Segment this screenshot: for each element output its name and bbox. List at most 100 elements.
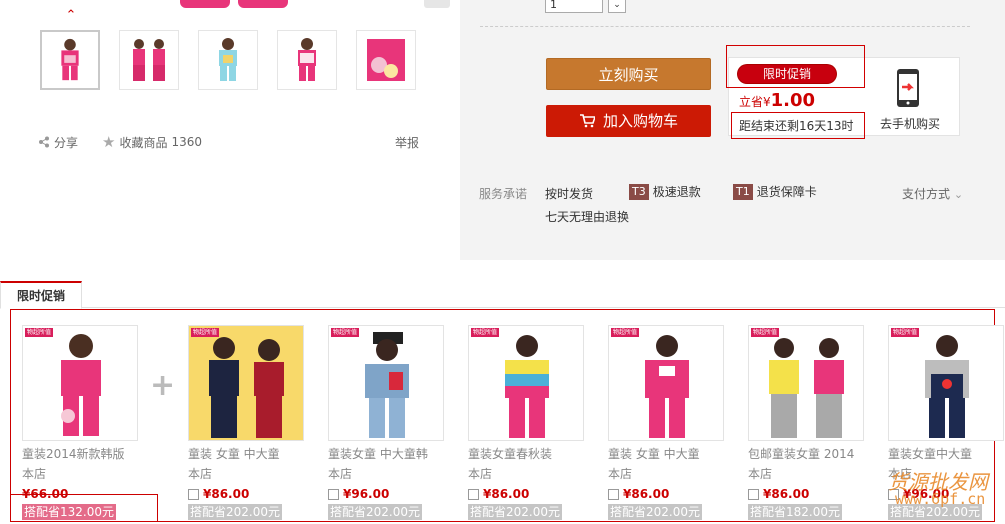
product-price: ¥86.00 <box>623 487 670 501</box>
main-product-image <box>180 0 290 8</box>
plus-icon: + <box>150 368 176 403</box>
service-item-return-card: T1 退货保障卡 <box>733 183 817 200</box>
thumbnail-5[interactable] <box>356 30 416 90</box>
girl-blue-outfit-image <box>219 38 237 81</box>
share-label: 分享 <box>54 135 79 150</box>
girl-pink-hoodie-image <box>645 335 689 438</box>
thumbnail-1[interactable] <box>40 30 100 90</box>
saved-label: 搭配省202.00元 <box>188 504 282 520</box>
product-card-6[interactable]: 物超所值 包邮童装女童 2014 本店 ¥86.00 搭配省182.00元 <box>748 325 866 520</box>
ribbon-badge: 物超所值 <box>191 328 220 337</box>
t1-badge: T1 <box>733 183 753 200</box>
promo-badge: 限时促销 <box>738 65 836 83</box>
save-value: 1.00 <box>770 90 816 111</box>
report-link[interactable]: 举报 <box>395 134 419 151</box>
service-item-refund: T3 极速退款 <box>629 183 701 200</box>
saved-label: 搭配省202.00元 <box>468 504 562 520</box>
product-shop: 本店 <box>468 467 493 481</box>
add-to-cart-label: 加入购物车 <box>602 112 678 130</box>
girl-color-jacket-image <box>505 335 549 438</box>
product-card-4[interactable]: 物超所值 童装女童春秋装 本店 ¥86.00 搭配省202.00元 <box>468 325 586 520</box>
two-girls-outfit-image <box>769 338 844 438</box>
quantity-input[interactable]: 1 <box>545 0 603 13</box>
product-price: ¥86.00 <box>203 487 250 501</box>
product-title[interactable]: 包邮童装女童 2014 <box>748 444 866 464</box>
product-image[interactable]: 物超所值 <box>748 325 864 441</box>
product-shop: 本店 <box>22 467 47 481</box>
select-checkbox[interactable] <box>188 488 199 500</box>
share-button[interactable]: 分享 <box>38 134 78 150</box>
share-icon <box>39 136 49 148</box>
tab-limited-promo[interactable]: 限时促销 <box>0 281 82 309</box>
product-image[interactable]: 物超所值 <box>888 325 1004 441</box>
add-to-cart-button[interactable]: 加入购物车 <box>546 105 711 137</box>
product-page: ⌃ 分享 ★ 收藏商品 1360 举报 1 ⌄ 立刻购买 加入购物车 限时促销 … <box>0 0 1005 524</box>
girl-overall-outfit-image <box>925 335 969 438</box>
first-saved-highlight-box <box>10 494 158 522</box>
product-shop: 本店 <box>188 467 213 481</box>
product-card-1[interactable]: 物超所值 童装2014新款韩版 本店 ¥66.00 搭配省132.00元 <box>22 325 140 520</box>
product-title[interactable]: 童装女童春秋装 <box>468 444 586 464</box>
payment-label: 支付方式 <box>902 187 951 201</box>
ribbon-badge: 物超所值 <box>611 328 640 337</box>
save-prefix: 立省¥ <box>739 95 771 109</box>
save-amount: 立省¥ 1.00 <box>739 90 815 111</box>
product-price: ¥96.00 <box>343 487 390 501</box>
girl-pink-outfit-image <box>298 38 316 81</box>
return-card-label: 退货保障卡 <box>756 185 817 199</box>
tab-divider <box>0 307 1005 308</box>
twin-girls-image <box>133 39 165 81</box>
quantity-dropdown-icon[interactable]: ⌄ <box>608 0 626 13</box>
select-checkbox[interactable] <box>328 488 339 500</box>
thumbnail-2[interactable] <box>119 30 179 90</box>
product-image[interactable]: 物超所值 <box>328 325 444 441</box>
product-title[interactable]: 童装2014新款韩版 <box>22 444 140 464</box>
buy-now-button[interactable]: 立刻购买 <box>546 58 711 90</box>
cart-icon <box>579 114 595 128</box>
select-checkbox[interactable] <box>608 488 619 500</box>
product-price: ¥86.00 <box>763 487 810 501</box>
product-card-3[interactable]: 物超所值 童装女童 中大童韩 本店 ¥96.00 搭配省202.00元 <box>328 325 446 520</box>
product-shop: 本店 <box>748 467 773 481</box>
ribbon-badge: 物超所值 <box>331 328 360 337</box>
boy-girl-outfit-image <box>189 326 303 440</box>
mobile-buy-label[interactable]: 去手机购买 <box>870 115 950 132</box>
favorite-button[interactable]: ★ 收藏商品 1360 <box>102 134 202 150</box>
saved-label: 搭配省202.00元 <box>608 504 702 520</box>
product-image[interactable]: 物超所值 <box>22 325 138 441</box>
product-title[interactable]: 童装女童 中大童韩 <box>328 444 446 464</box>
product-shop: 本店 <box>328 467 353 481</box>
product-image[interactable]: 物超所值 <box>188 325 304 441</box>
product-card-5[interactable]: 物超所值 童装 女童 中大童 本店 ¥86.00 搭配省202.00元 <box>608 325 726 520</box>
star-icon: ★ <box>102 133 116 151</box>
girl-denim-outfit-image <box>365 332 409 438</box>
favorite-count: 1360 <box>171 135 203 149</box>
service-item-ontime: 按时发货 <box>545 187 594 201</box>
product-card-2[interactable]: 物超所值 童装 女童 中大童 本店 ¥86.00 搭配省202.00元 <box>188 325 306 520</box>
service-title: 服务承诺 <box>479 187 528 201</box>
select-checkbox[interactable] <box>748 488 759 500</box>
product-image[interactable]: 物超所值 <box>468 325 584 441</box>
thumbnail-4[interactable] <box>277 30 337 90</box>
chevron-up-icon[interactable]: ⌃ <box>64 9 78 22</box>
saved-label: 搭配省202.00元 <box>328 504 422 520</box>
ribbon-badge: 物超所值 <box>891 328 920 337</box>
product-image[interactable]: 物超所值 <box>608 325 724 441</box>
zoom-icon[interactable] <box>424 0 450 8</box>
chevron-down-icon: ⌄ <box>953 188 964 201</box>
t3-badge: T3 <box>629 183 649 200</box>
product-title[interactable]: 童装 女童 中大童 <box>608 444 726 464</box>
service-item-7day: 七天无理由退换 <box>545 210 630 224</box>
payment-method-dropdown[interactable]: 支付方式 ⌄ <box>902 185 963 202</box>
girl-outfit-image <box>61 38 79 81</box>
product-title[interactable]: 童装 女童 中大童 <box>188 444 306 464</box>
ribbon-badge: 物超所值 <box>751 328 780 337</box>
product-title[interactable]: 童装女童中大童 <box>888 444 1005 464</box>
select-checkbox[interactable] <box>468 488 479 500</box>
thumbnail-3[interactable] <box>198 30 258 90</box>
favorite-label: 收藏商品 <box>119 135 168 150</box>
ribbon-badge: 物超所值 <box>471 328 500 337</box>
divider <box>480 26 970 27</box>
ribbon-badge: 物超所值 <box>25 328 54 337</box>
saved-label: 搭配省182.00元 <box>748 504 842 520</box>
